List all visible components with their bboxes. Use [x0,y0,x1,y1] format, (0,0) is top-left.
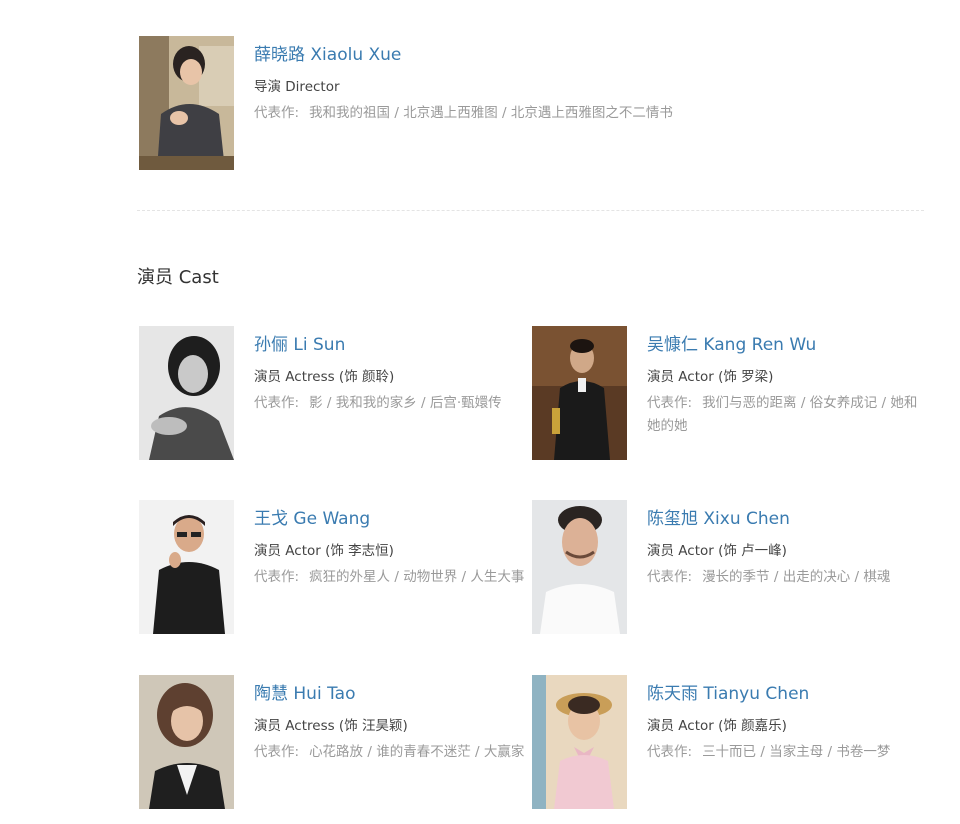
works-label: 代表作: [254,105,300,121]
cast-name-link[interactable]: 吴慷仁 Kang Ren Wu [647,334,927,356]
works-list: 心花路放 / 谁的青春不迷茫 / 大赢家 [309,744,525,760]
cast-name-link[interactable]: 陈天雨 Tianyu Chen [647,683,927,705]
cast-works: 代表作: 影 / 我和我的家乡 / 后宫·甄嬛传 [254,392,529,415]
cast-role: 演员 Actress (饰 颜聆) [254,369,395,385]
works-label: 代表作: [254,569,300,585]
cast-photo[interactable] [139,675,234,809]
cast-portrait-image [139,326,234,460]
director-name-link[interactable]: 薛晓路 Xiaolu Xue [254,44,814,66]
cast-name-link[interactable]: 孙俪 Li Sun [254,334,529,356]
cast-name-link[interactable]: 王戈 Ge Wang [254,508,529,530]
works-label: 代表作: [254,395,300,411]
cast-works: 代表作: 心花路放 / 谁的青春不迷茫 / 大赢家 [254,741,529,764]
cast-section-title: 演员 Cast [137,267,219,288]
cast-portrait-image [139,500,234,634]
works-label: 代表作: [254,744,300,760]
cast-works: 代表作: 我们与恶的距离 / 俗女养成记 / 她和她的她 [647,392,927,438]
cast-name-link[interactable]: 陶慧 Hui Tao [254,683,529,705]
cast-name-link[interactable]: 陈玺旭 Xixu Chen [647,508,927,530]
cast-photo[interactable] [532,675,627,809]
cast-photo[interactable] [139,500,234,634]
cast-portrait-image [532,500,627,634]
cast-role: 演员 Actor (饰 颜嘉乐) [647,718,787,734]
cast-photo[interactable] [532,500,627,634]
cast-portrait-image [139,675,234,809]
cast-photo[interactable] [139,326,234,460]
director-role: 导演 Director [254,79,340,95]
cast-role: 演员 Actor (饰 卢一峰) [647,543,787,559]
director-photo[interactable] [139,36,234,170]
works-list: 我和我的祖国 / 北京遇上西雅图 / 北京遇上西雅图之不二情书 [309,105,673,121]
works-list: 影 / 我和我的家乡 / 后宫·甄嬛传 [309,395,502,411]
works-list: 三十而已 / 当家主母 / 书卷一梦 [702,744,891,760]
cast-portrait-image [532,675,627,809]
works-list: 疯狂的外星人 / 动物世界 / 人生大事 [309,569,525,585]
cast-role: 演员 Actor (饰 罗梁) [647,369,774,385]
director-portrait-image [139,36,234,170]
cast-works: 代表作: 疯狂的外星人 / 动物世界 / 人生大事 [254,566,529,589]
cast-works: 代表作: 三十而已 / 当家主母 / 书卷一梦 [647,741,927,764]
director-works: 代表作: 我和我的祖国 / 北京遇上西雅图 / 北京遇上西雅图之不二情书 [254,102,814,125]
works-label: 代表作: [647,395,693,411]
cast-works: 代表作: 漫长的季节 / 出走的决心 / 棋魂 [647,566,927,589]
works-label: 代表作: [647,569,693,585]
section-divider [137,210,924,211]
works-label: 代表作: [647,744,693,760]
cast-role: 演员 Actress (饰 汪昊颖) [254,718,408,734]
cast-photo[interactable] [532,326,627,460]
cast-portrait-image [532,326,627,460]
works-list: 漫长的季节 / 出走的决心 / 棋魂 [702,569,891,585]
cast-role: 演员 Actor (饰 李志恒) [254,543,394,559]
